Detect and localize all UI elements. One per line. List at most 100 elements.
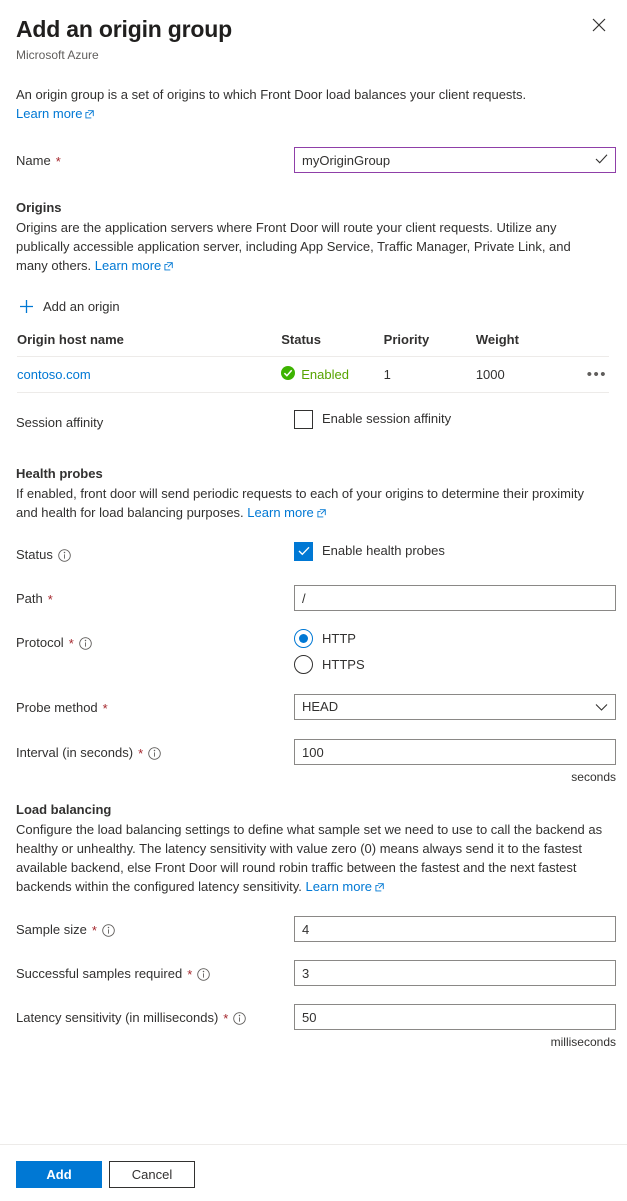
radio-https-label[interactable]: HTTPS (322, 657, 365, 672)
path-input[interactable] (294, 585, 616, 611)
origins-section: Origins Origins are the application serv… (16, 199, 611, 276)
panel-footer: Add Cancel (0, 1144, 627, 1201)
interval-input[interactable] (294, 739, 616, 765)
successful-samples-input-wrap (294, 960, 616, 986)
probe-method-label-text: Probe method (16, 700, 98, 715)
health-probes-section-description: If enabled, front door will send periodi… (16, 484, 604, 523)
add-button[interactable]: Add (16, 1161, 102, 1188)
required-asterisk: * (68, 635, 74, 651)
panel-content-lower: Session affinity Enable session affinity… (0, 409, 627, 1050)
radio-http[interactable] (294, 629, 313, 648)
latency-sensitivity-label-text: Latency sensitivity (in milliseconds) (16, 1010, 219, 1025)
origins-section-title: Origins (16, 200, 62, 215)
latency-sensitivity-input[interactable] (294, 1004, 616, 1030)
protocol-radio-group: HTTP HTTPS (294, 629, 611, 674)
enable-health-probes-label[interactable]: Enable health probes (322, 541, 445, 561)
probe-method-select[interactable]: HEAD (294, 694, 616, 720)
interval-label: Interval (in seconds) * (16, 739, 294, 767)
intro-learn-more-label: Learn more (16, 106, 83, 121)
info-icon[interactable] (233, 1011, 247, 1025)
sample-size-label-text: Sample size (16, 922, 87, 937)
sample-size-input[interactable] (294, 916, 616, 942)
name-label-text: Name (16, 153, 51, 168)
cell-weight: 1000 (475, 356, 568, 393)
radio-https[interactable] (294, 655, 313, 674)
required-asterisk: * (187, 966, 193, 982)
enable-health-probes-checkbox-row[interactable]: Enable health probes (294, 541, 611, 561)
origins-section-description: Origins are the application servers wher… (16, 218, 604, 276)
interval-row: Interval (in seconds) * seconds (16, 739, 616, 785)
session-affinity-row: Session affinity Enable session affinity (16, 409, 611, 437)
protocol-row: Protocol * HTTP HTTPS (16, 629, 611, 674)
interval-input-wrap (294, 739, 616, 765)
name-label: Name * (16, 147, 294, 175)
required-asterisk: * (91, 922, 97, 938)
footer-actions: Add Cancel (0, 1145, 627, 1188)
cell-actions: ••• (568, 356, 609, 393)
session-affinity-label-text: Session affinity (16, 415, 104, 430)
origins-learn-more-label: Learn more (94, 258, 162, 273)
info-icon[interactable] (102, 923, 115, 937)
info-icon[interactable] (148, 746, 161, 760)
load-balancing-learn-more-label: Learn more (305, 879, 373, 894)
load-balancing-section-description: Configure the load balancing settings to… (16, 820, 604, 897)
session-affinity-checkbox-label[interactable]: Enable session affinity (322, 409, 451, 429)
name-row: Name * (16, 147, 616, 175)
probe-method-select-wrap: HEAD (294, 694, 616, 720)
table-row: contoso.com Enabled 1 1000 ••• (17, 356, 609, 393)
interval-label-text: Interval (in seconds) (16, 745, 134, 760)
info-icon[interactable] (79, 636, 92, 650)
add-origin-group-panel: Add an origin group Microsoft Azure An o… (0, 0, 627, 1201)
status-badge: Enabled (281, 366, 383, 383)
health-probes-learn-more-link[interactable]: Learn more (247, 505, 326, 520)
name-input[interactable] (294, 147, 616, 173)
required-asterisk: * (223, 1010, 229, 1026)
latency-sensitivity-suffix: milliseconds (550, 1035, 616, 1049)
origins-learn-more-link[interactable]: Learn more (95, 258, 173, 273)
successful-samples-field (294, 960, 616, 986)
panel-subtitle: Microsoft Azure (16, 48, 99, 62)
protocol-option-https[interactable]: HTTPS (294, 655, 611, 674)
cancel-button[interactable]: Cancel (109, 1161, 195, 1188)
successful-samples-input[interactable] (294, 960, 616, 986)
health-probes-learn-more-label: Learn more (247, 505, 314, 520)
close-button[interactable] (585, 12, 613, 40)
origin-host-link[interactable]: contoso.com (17, 367, 91, 382)
info-icon[interactable] (58, 548, 71, 562)
add-an-origin-label: Add an origin (43, 299, 120, 314)
sample-size-input-wrap (294, 916, 616, 942)
load-balancing-learn-more-link[interactable]: Learn more (306, 879, 384, 894)
external-link-icon (85, 105, 95, 124)
radio-http-label[interactable]: HTTP (322, 631, 356, 646)
sample-size-field (294, 916, 616, 942)
intro-learn-more-link[interactable]: Learn more (16, 105, 95, 124)
interval-suffix: seconds (571, 770, 616, 784)
path-row: Path * (16, 585, 616, 613)
latency-sensitivity-row: Latency sensitivity (in milliseconds) * … (16, 1004, 616, 1050)
sample-size-row: Sample size * (16, 916, 616, 944)
required-asterisk: * (138, 745, 144, 761)
row-more-options-button[interactable]: ••• (585, 367, 609, 382)
page-title: Add an origin group (16, 16, 232, 42)
successful-samples-row: Successful samples required * (16, 960, 616, 988)
info-icon[interactable] (197, 967, 211, 981)
session-affinity-checkbox[interactable] (294, 409, 313, 429)
external-link-icon (164, 257, 173, 276)
enable-health-probes-checkbox[interactable] (294, 541, 313, 561)
add-an-origin-button[interactable]: Add an origin (17, 296, 122, 317)
session-affinity-checkbox-row[interactable]: Enable session affinity (294, 409, 611, 429)
interval-field: seconds (294, 739, 616, 785)
latency-sensitivity-label: Latency sensitivity (in milliseconds) * (16, 1004, 294, 1032)
probe-method-label: Probe method * (16, 694, 294, 722)
column-header-status[interactable]: Status (281, 329, 384, 357)
column-header-origin-host-name[interactable]: Origin host name (17, 329, 282, 357)
protocol-option-http[interactable]: HTTP (294, 629, 611, 648)
status-text: Enabled (301, 367, 349, 382)
latency-sensitivity-field: milliseconds (294, 1004, 616, 1050)
column-header-priority[interactable]: Priority (383, 329, 476, 357)
name-input-wrap (294, 147, 616, 173)
panel-content: An origin group is a set of origins to w… (0, 85, 627, 276)
load-balancing-section-title: Load balancing (16, 802, 112, 817)
column-header-weight[interactable]: Weight (475, 329, 568, 357)
cell-status: Enabled (281, 356, 384, 393)
